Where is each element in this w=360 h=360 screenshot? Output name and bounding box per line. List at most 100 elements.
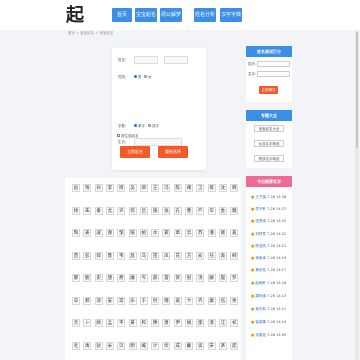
surname-cell[interactable]: 秦	[94, 206, 103, 215]
surname-cell[interactable]: 郑	[139, 184, 148, 192]
surname-cell[interactable]: 穆	[151, 319, 160, 327]
surname-cell[interactable]: 余	[230, 296, 239, 305]
name-list-item[interactable]: ■ 周梓涵 7-26 14:13	[251, 294, 286, 299]
surname-cell[interactable]: 岑	[139, 274, 148, 282]
surname-cell[interactable]: 倪	[185, 274, 193, 282]
surname-cell[interactable]: 吴	[128, 184, 137, 192]
surname-cell[interactable]: 柏	[139, 229, 148, 237]
surname-cell[interactable]: 臧	[139, 341, 148, 350]
surname-cell[interactable]: 谢	[105, 229, 114, 237]
surname-cell[interactable]: 贝	[117, 341, 126, 350]
surname-cell[interactable]: 顾	[94, 319, 103, 327]
surname-cell[interactable]: 喻	[128, 229, 137, 237]
surname-cell[interactable]: 计	[151, 341, 160, 350]
surname-cell[interactable]: 汪	[218, 319, 227, 327]
surname-cell[interactable]: 郝	[83, 296, 92, 305]
surname-cell[interactable]: 葛	[218, 229, 227, 237]
surname-cell[interactable]: 鲍	[83, 274, 92, 282]
nav-dream[interactable]: 周公解梦	[160, 8, 182, 22]
surname-cell[interactable]: 章	[173, 229, 182, 237]
test-submit-button[interactable]: 立即测试	[259, 86, 278, 94]
surname-cell[interactable]: 凤	[162, 251, 171, 260]
name-length-radio-single[interactable]	[134, 124, 137, 127]
surname-cell[interactable]: 贺	[173, 274, 182, 282]
surname-cell[interactable]: 许	[117, 206, 126, 215]
surname-cell[interactable]: 姜	[83, 229, 92, 237]
surname-cell[interactable]: 蒋	[207, 184, 216, 192]
surname-cell[interactable]: 伍	[218, 296, 227, 305]
birthday-input[interactable]	[134, 138, 182, 146]
topic-link-1[interactable]: 宝宝起名大全	[254, 125, 284, 132]
surname-cell[interactable]: 时	[151, 296, 160, 305]
surname-cell[interactable]: 李	[105, 184, 114, 192]
surname-cell[interactable]: 尹	[173, 319, 182, 327]
nav-dictionary[interactable]: 汉字字典	[220, 8, 242, 22]
surname-cell[interactable]: 廉	[128, 274, 137, 282]
surname-cell[interactable]: 褚	[185, 184, 193, 192]
nav-name-analysis[interactable]: 姓名分析	[194, 8, 216, 22]
surname-cell[interactable]: 孙	[94, 184, 103, 192]
surname-cell[interactable]: 方	[185, 251, 193, 260]
surname-cell[interactable]: 周	[117, 184, 126, 192]
surname-cell[interactable]: 张	[162, 206, 171, 215]
name-list-item[interactable]: ■ 张思雨 7-26 14:25	[251, 219, 286, 224]
name-list-item[interactable]: ■ 王子涵 7-26 14:28	[251, 195, 286, 200]
surname-cell[interactable]: 韩	[230, 184, 239, 192]
surname-cell[interactable]: 尤	[105, 206, 114, 215]
surname-cell[interactable]: 成	[173, 341, 182, 350]
surname-cell[interactable]: 花	[173, 251, 182, 260]
surname-cell[interactable]: 酆	[72, 274, 80, 282]
surname-cell[interactable]: 罗	[230, 274, 239, 282]
surname-cell[interactable]: 卜	[83, 319, 92, 327]
name-list-item[interactable]: ■ 陈浩然 7-26 14:21	[251, 244, 286, 249]
surname-cell[interactable]: 吕	[139, 206, 148, 215]
surname-cell[interactable]: 沈	[218, 184, 227, 192]
surname-cell[interactable]: 朱	[83, 206, 92, 215]
surname-cell[interactable]: 黄	[128, 319, 137, 327]
name-length-radio-double[interactable]	[148, 124, 151, 127]
surname-cell[interactable]: 明	[128, 341, 137, 350]
surname-cell[interactable]: 茅	[218, 341, 227, 350]
surname-cell[interactable]: 平	[117, 319, 126, 327]
surname-cell[interactable]: 费	[117, 274, 126, 282]
surname-cell[interactable]: 安	[105, 296, 114, 305]
surname-cell[interactable]: 何	[128, 206, 137, 215]
surname-cell[interactable]: 宋	[207, 341, 216, 350]
surname-cell[interactable]: 齐	[196, 296, 205, 305]
topic-link-2[interactable]: 女孩名字精选	[254, 140, 284, 147]
surname-cell[interactable]: 邬	[94, 296, 103, 305]
surname-cell[interactable]: 金	[218, 206, 227, 215]
surname-cell[interactable]: 严	[196, 206, 205, 215]
surname-cell[interactable]: 滕	[207, 274, 216, 282]
surname-cell[interactable]: 卞	[185, 296, 193, 305]
surname-cell[interactable]: 奚	[230, 229, 239, 237]
surname-cell[interactable]: 魏	[230, 206, 239, 215]
surname-cell[interactable]: 伏	[162, 341, 171, 350]
surname-cell[interactable]: 孔	[173, 206, 182, 215]
surname-input[interactable]	[134, 56, 158, 64]
name-list-item[interactable]: ■ 徐若曦 7-26 14:10	[251, 320, 286, 325]
name-list-item[interactable]: ■ 刘梓萱 7-26 14:22	[251, 232, 286, 237]
name-list-item[interactable]: ■ 杨雨泽 7-26 14:19	[251, 256, 286, 261]
surname-cell[interactable]: 郎	[94, 251, 103, 260]
surname-cell[interactable]: 韦	[117, 251, 126, 260]
surname-cell[interactable]: 戴	[185, 341, 193, 350]
surname-cell[interactable]: 毕	[72, 296, 80, 305]
surname-cell[interactable]: 曹	[185, 206, 193, 215]
surname-cell[interactable]: 萧	[162, 319, 171, 327]
surname-cell[interactable]: 任	[207, 251, 216, 260]
surname-cell[interactable]: 康	[207, 296, 216, 305]
surname-cell[interactable]: 禹	[83, 341, 92, 350]
surname-cell[interactable]: 米	[105, 341, 114, 350]
surname-cell[interactable]: 冯	[162, 184, 171, 192]
surname-cell[interactable]: 殷	[218, 274, 227, 282]
surname-cell[interactable]: 湛	[207, 319, 216, 327]
surname-cell[interactable]: 窦	[162, 229, 171, 237]
surname-cell[interactable]: 史	[94, 274, 103, 282]
name-list-item[interactable]: ■ 吴宇航 7-26 14:12	[251, 307, 286, 312]
surname-cell[interactable]: 常	[117, 296, 126, 305]
surname-cell[interactable]: 苗	[151, 251, 160, 260]
surname-cell[interactable]: 苏	[196, 229, 205, 237]
surname-cell[interactable]: 皮	[173, 296, 182, 305]
surname-cell[interactable]: 柳	[230, 251, 239, 260]
